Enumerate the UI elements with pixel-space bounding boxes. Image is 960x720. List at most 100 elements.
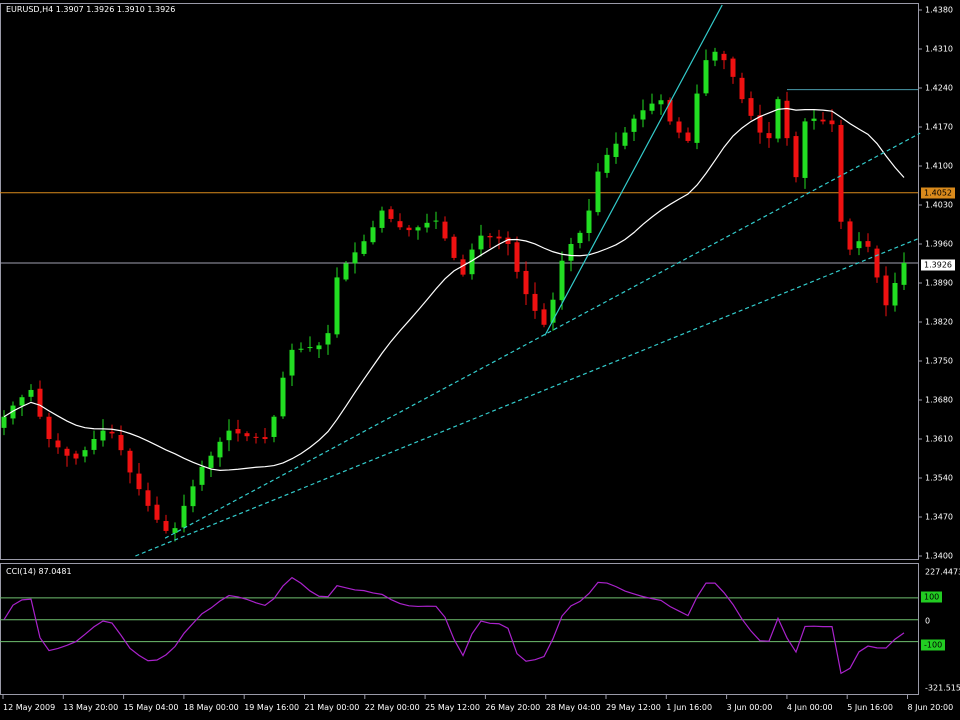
time-axis-label: 12 May 2009	[3, 703, 56, 712]
price-axis-label: 1.3400	[925, 551, 953, 561]
candle-body	[532, 293, 538, 311]
candle-body	[847, 221, 853, 250]
candle-body	[217, 441, 223, 458]
candle-body	[181, 505, 187, 528]
cci-max-label: 227.4473	[925, 567, 960, 577]
candle-body	[235, 429, 241, 434]
candle-body	[154, 504, 160, 520]
price-chart[interactable]	[0, 0, 960, 720]
candle-body	[703, 60, 709, 94]
candle-body	[64, 448, 70, 456]
candle-body	[406, 227, 412, 231]
candle-body	[253, 436, 259, 438]
orange-line-price-badge: 1.4052	[921, 187, 955, 199]
candle-body	[523, 270, 529, 295]
cci-pane-frame	[0, 563, 919, 695]
candle-body	[892, 283, 898, 306]
candle-body	[496, 236, 502, 239]
candle-body	[388, 209, 394, 219]
cci-level-0: 0	[925, 616, 931, 626]
candle-body	[838, 124, 844, 222]
candle-body	[127, 450, 133, 473]
time-axis-label: 19 May 16:00	[244, 703, 300, 712]
price-axis-label: 1.3750	[925, 356, 953, 366]
time-axis-label: 18 May 00:00	[183, 703, 239, 712]
price-axis-label: 1.4310	[925, 44, 953, 54]
candle-body	[631, 118, 637, 132]
candle-body	[640, 110, 646, 120]
candle-body	[775, 99, 781, 139]
time-axis-label: 1 Jun 16:00	[666, 703, 713, 712]
price-axis-label: 1.4170	[925, 122, 953, 132]
candle-body	[883, 275, 889, 306]
candle-body	[82, 450, 88, 457]
candle-body	[316, 345, 322, 350]
price-axis-label: 1.4380	[925, 5, 953, 15]
candle-body	[649, 103, 655, 111]
candle-body	[856, 241, 862, 249]
time-axis-label: 13 May 20:00	[63, 703, 119, 712]
time-axis-label: 29 May 12:00	[606, 703, 661, 712]
candle-body	[208, 455, 214, 468]
candle-body	[442, 221, 448, 239]
candle-body	[1, 416, 7, 428]
price-axis-label: 1.3680	[925, 395, 953, 405]
candle-body	[172, 528, 178, 533]
time-axis-label: 26 May 20:00	[485, 703, 541, 712]
candle-body	[784, 100, 790, 139]
time-axis-label: 4 Jun 00:00	[786, 703, 833, 712]
candle-body	[244, 433, 250, 437]
price-axis-label: 1.3610	[925, 434, 953, 444]
candle-body	[352, 252, 358, 264]
cci-level-minus100: -100	[921, 639, 946, 651]
price-axis-label: 1.4100	[925, 161, 953, 171]
candle-body	[397, 221, 403, 228]
candle-body	[46, 416, 52, 439]
candle-body	[118, 434, 124, 451]
candle-body	[613, 143, 619, 157]
time-axis-label: 25 May 12:00	[425, 703, 480, 712]
candle-body	[811, 118, 817, 121]
time-axis-label: 22 May 00:00	[364, 703, 420, 712]
candle-body	[190, 486, 196, 507]
candle-body	[487, 235, 493, 238]
candle-body	[865, 241, 871, 247]
candle-body	[559, 260, 565, 301]
candle-body	[595, 171, 601, 213]
cci-line	[3, 576, 905, 675]
candle-body	[820, 119, 826, 122]
price-axis-label: 1.4240	[925, 83, 953, 93]
candle-body	[802, 121, 808, 178]
moving-average-line	[3, 107, 905, 471]
time-axis-label: 15 May 04:00	[123, 703, 179, 712]
candle-body	[91, 439, 97, 450]
cci-level-100: 100	[921, 591, 943, 603]
candle-body	[307, 347, 313, 349]
candle-body	[568, 244, 574, 261]
candle-body	[514, 242, 520, 272]
candle-body	[451, 236, 457, 258]
time-axis-label: 8 Jun 20:00	[907, 703, 954, 712]
candle-body	[28, 389, 34, 397]
candle-body	[226, 430, 232, 441]
candle-body	[343, 263, 349, 280]
candle-body	[829, 120, 835, 125]
candle-body	[289, 349, 295, 376]
price-axis-label: 1.3960	[925, 239, 953, 249]
candle-body	[163, 521, 169, 531]
candle-body	[424, 222, 430, 228]
candle-body	[280, 377, 286, 417]
candle-body	[271, 416, 277, 437]
price-axis-label: 1.4030	[925, 200, 953, 210]
candle-body	[379, 210, 385, 228]
candle-body	[694, 93, 700, 143]
candle-body	[739, 77, 745, 100]
price-axis-label: 1.3820	[925, 317, 953, 327]
candle-body	[325, 333, 331, 345]
candle-body	[55, 440, 61, 448]
price-axis-label: 1.3890	[925, 278, 953, 288]
candle-body	[685, 132, 691, 141]
current-price-badge: 1.3926	[921, 259, 955, 271]
time-axis-label: 28 May 04:00	[545, 703, 601, 712]
candle-body	[478, 235, 484, 250]
